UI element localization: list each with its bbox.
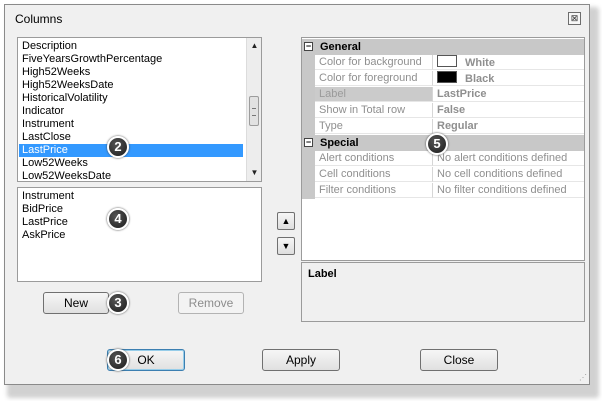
category-label: General xyxy=(320,41,361,53)
property-row[interactable]: Filter conditions No filter conditions d… xyxy=(302,183,584,199)
list-item[interactable]: High52Weeks xyxy=(22,66,90,79)
list-item[interactable]: LastClose xyxy=(22,131,71,144)
property-value[interactable]: No alert conditions defined xyxy=(432,151,584,166)
category-label: Special xyxy=(320,137,359,149)
property-value[interactable]: False xyxy=(432,103,584,118)
apply-button[interactable]: Apply xyxy=(262,349,340,371)
collapse-icon[interactable]: − xyxy=(304,138,313,147)
chevron-down-icon[interactable]: ▼ xyxy=(247,166,261,180)
color-swatch xyxy=(437,71,457,83)
property-value[interactable]: LastPrice xyxy=(432,87,584,102)
property-row[interactable]: Color for background White xyxy=(302,55,584,71)
list-item[interactable]: FiveYearsGrowthPercentage xyxy=(22,53,162,66)
description-title: Label xyxy=(308,268,337,280)
property-name: Color for background xyxy=(315,55,432,70)
callout-badge: 3 xyxy=(107,292,129,314)
remove-button[interactable]: Remove xyxy=(178,292,244,314)
property-row[interactable]: Show in Total row False xyxy=(302,103,584,119)
property-name: Show in Total row xyxy=(315,103,432,118)
property-name: Type xyxy=(315,119,432,134)
close-icon[interactable]: ⊠ xyxy=(568,12,581,25)
property-value[interactable]: No cell conditions defined xyxy=(432,167,584,182)
callout-badge: 4 xyxy=(107,208,129,230)
window-title: Columns xyxy=(15,12,63,26)
property-value[interactable]: White xyxy=(432,55,584,70)
list-item[interactable]: Instrument xyxy=(22,190,74,203)
property-value[interactable]: No filter conditions defined xyxy=(432,183,584,198)
property-name: Color for foreground xyxy=(315,71,432,86)
list-item[interactable]: Low52WeeksDate xyxy=(22,170,111,181)
columns-dialog: Columns ⊠ Description FiveYearsGrowthPer… xyxy=(4,4,590,385)
category-general[interactable]: − General xyxy=(302,39,584,55)
list-item[interactable]: Description xyxy=(22,40,77,53)
close-button[interactable]: Close xyxy=(420,349,498,371)
list-item-selected[interactable]: LastPrice xyxy=(19,144,243,157)
callout-badge: 2 xyxy=(107,136,129,158)
property-value[interactable]: Black xyxy=(432,71,584,86)
property-name: Cell conditions xyxy=(315,167,432,182)
list-scrollbar[interactable]: ▲ ▼ xyxy=(246,38,261,181)
property-name: Alert conditions xyxy=(315,151,432,166)
property-value[interactable]: Regular xyxy=(432,119,584,134)
move-down-button[interactable]: ▼ xyxy=(277,237,295,255)
chevron-up-icon[interactable]: ▲ xyxy=(247,39,261,53)
property-name: Filter conditions xyxy=(315,183,432,198)
property-row-selected[interactable]: Label LastPrice xyxy=(302,87,584,103)
title-bar: Columns ⊠ xyxy=(5,5,589,31)
description-panel: Label xyxy=(301,262,585,322)
list-item[interactable]: Indicator xyxy=(22,105,64,118)
resize-grip-icon[interactable]: ⋰ xyxy=(579,374,587,382)
chosen-columns-list[interactable]: Instrument BidPrice LastPrice AskPrice xyxy=(17,187,262,282)
property-row[interactable]: Type Regular xyxy=(302,119,584,135)
list-item[interactable]: Low52Weeks xyxy=(22,157,88,170)
collapse-icon[interactable]: − xyxy=(304,42,313,51)
callout-badge: 6 xyxy=(107,349,129,371)
property-row[interactable]: Color for foreground Black xyxy=(302,71,584,87)
move-up-button[interactable]: ▲ xyxy=(277,212,295,230)
callout-badge: 5 xyxy=(426,133,448,155)
property-name: Label xyxy=(315,87,432,102)
list-item[interactable]: LastPrice xyxy=(22,216,68,229)
new-button[interactable]: New xyxy=(43,292,109,314)
list-item[interactable]: HistoricalVolatility xyxy=(22,92,108,105)
property-row[interactable]: Alert conditions No alert conditions def… xyxy=(302,151,584,167)
available-columns-list[interactable]: Description FiveYearsGrowthPercentage Hi… xyxy=(17,37,262,182)
list-item[interactable]: BidPrice xyxy=(22,203,63,216)
list-item[interactable]: Instrument xyxy=(22,118,74,131)
list-item[interactable]: AskPrice xyxy=(22,229,65,242)
color-swatch xyxy=(437,55,457,67)
scroll-thumb[interactable] xyxy=(249,96,259,126)
property-row[interactable]: Cell conditions No cell conditions defin… xyxy=(302,167,584,183)
list-item[interactable]: High52WeeksDate xyxy=(22,79,114,92)
